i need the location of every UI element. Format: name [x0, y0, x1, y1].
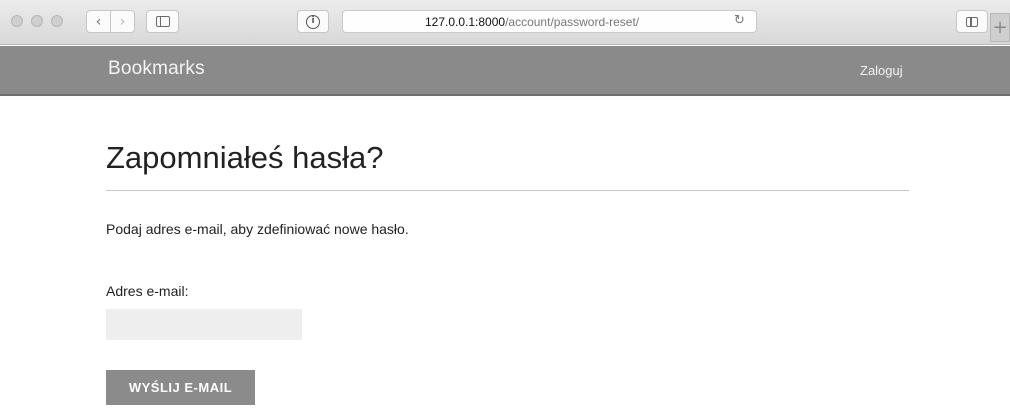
zoom-window-button[interactable] [51, 15, 63, 27]
privacy-report-button[interactable]: i [297, 10, 329, 33]
title-divider [106, 190, 909, 191]
address-bar[interactable]: 127.0.0.1:8000/account/password-reset/ ↻ [342, 10, 757, 33]
intro-text: Podaj adres e-mail, aby zdefiniować nowe… [106, 221, 409, 237]
browser-toolbar: ‹ › i 127.0.0.1:8000/account/password-re… [0, 0, 1010, 45]
chevron-right-icon: › [119, 13, 126, 30]
email-label: Adres e-mail: [106, 283, 189, 299]
url-host: 127.0.0.1:8000 [425, 15, 506, 29]
tabs-overview-icon [966, 16, 978, 27]
site-logo[interactable]: Bookmarks [108, 58, 205, 80]
chevron-left-icon: ‹ [95, 13, 102, 30]
url-text: 127.0.0.1:8000/account/password-reset/ [425, 15, 639, 29]
new-tab-button[interactable]: + [990, 13, 1010, 42]
url-path: /account/password-reset/ [505, 15, 640, 29]
login-link[interactable]: Zaloguj [860, 63, 903, 78]
forward-button[interactable]: › [110, 10, 135, 33]
page-title: Zapomniałeś hasła? [106, 140, 384, 175]
plus-icon: + [992, 17, 1008, 38]
site-header: Bookmarks Zaloguj [0, 46, 1010, 96]
sidebar-button[interactable] [146, 10, 179, 33]
tabs-overview-button[interactable] [956, 10, 988, 33]
back-button[interactable]: ‹ [86, 10, 111, 33]
email-field[interactable] [106, 309, 302, 340]
send-email-button[interactable]: WYŚLIJ E-MAIL [106, 370, 255, 405]
close-window-button[interactable] [11, 15, 23, 27]
info-icon: i [306, 14, 320, 29]
reload-icon[interactable]: ↻ [734, 13, 745, 28]
sidebar-icon [155, 16, 170, 27]
minimize-window-button[interactable] [31, 15, 43, 27]
